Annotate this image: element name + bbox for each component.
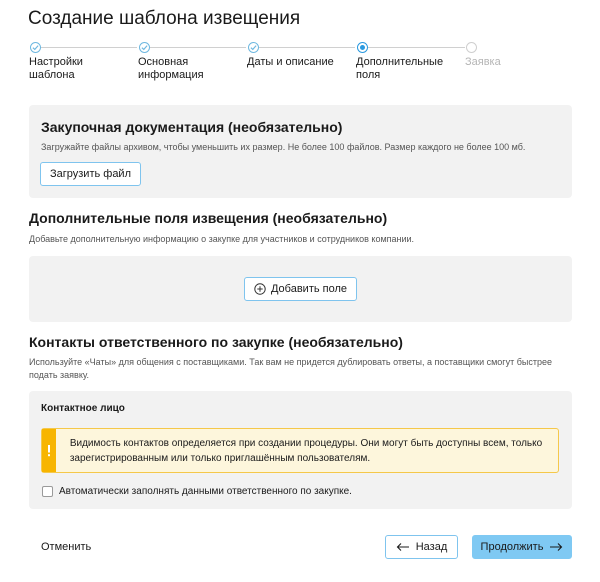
add-field-button[interactable]: Добавить поле xyxy=(244,277,357,301)
current-step-icon xyxy=(357,42,368,53)
step-label: Даты и описание xyxy=(247,56,334,68)
docs-title: Закупочная документация (необязательно) xyxy=(41,119,343,135)
fields-panel: Добавить поле xyxy=(29,256,572,322)
continue-button[interactable]: Продолжить xyxy=(472,535,572,559)
step-label: Заявка xyxy=(465,56,501,68)
check-icon xyxy=(248,42,259,53)
warning-text: Видимость контактов определяется при соз… xyxy=(69,438,543,464)
contacts-hint: Используйте «Чаты» для общения с поставщ… xyxy=(29,357,552,380)
contacts-title: Контакты ответственного по закупке (необ… xyxy=(29,334,403,350)
warning-stripe xyxy=(42,429,56,472)
autofill-checkbox[interactable] xyxy=(42,486,53,497)
page-title: Создание шаблона извещения xyxy=(28,8,301,29)
docs-hint: Загружайте файлы архивом, чтобы уменьшит… xyxy=(41,142,526,152)
step-connector xyxy=(368,47,465,48)
add-field-label: Добавить поле xyxy=(270,283,348,295)
visibility-warning: Видимость контактов определяется при соз… xyxy=(41,428,559,473)
upload-file-button[interactable]: Загрузить файл xyxy=(40,162,141,186)
continue-label: Продолжить xyxy=(480,541,544,553)
exclamation-icon xyxy=(47,444,50,456)
fields-title: Дополнительные поля извещения (необязате… xyxy=(29,210,388,226)
check-icon xyxy=(139,42,150,53)
step-connector xyxy=(259,47,355,48)
docs-panel: Закупочная документация (необязательно) … xyxy=(29,105,572,198)
step-label: Основная информация xyxy=(138,56,204,81)
fields-hint: Добавьте дополнительную информацию о зак… xyxy=(29,234,415,244)
check-icon xyxy=(30,42,41,53)
step-label: Настройки шаблона xyxy=(29,56,83,81)
cancel-button[interactable]: Отменить xyxy=(41,541,91,553)
contact-person-title: Контактное лицо xyxy=(41,403,125,414)
contact-person-panel: Контактное лицо Видимость контактов опре… xyxy=(29,391,572,509)
arrow-right-icon xyxy=(550,543,563,551)
step-label: Дополнительные поля xyxy=(356,56,444,81)
step-connector xyxy=(150,47,246,48)
back-label: Назад xyxy=(415,541,448,553)
arrow-left-icon xyxy=(396,543,409,551)
future-step-icon xyxy=(466,42,477,53)
stepper: Настройки шаблона Основная информация Да… xyxy=(0,42,600,88)
step-connector xyxy=(41,47,137,48)
back-button[interactable]: Назад xyxy=(385,535,458,559)
plus-circle-icon xyxy=(254,283,266,295)
autofill-label[interactable]: Автоматически заполнять данными ответств… xyxy=(59,486,352,497)
